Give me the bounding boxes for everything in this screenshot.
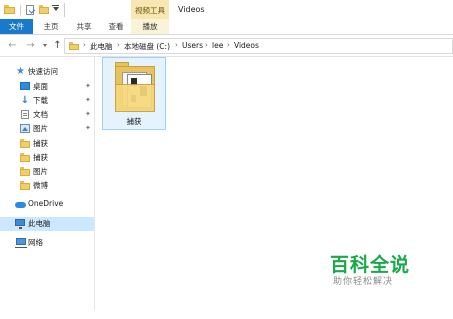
chevron-right-icon[interactable]: › — [227, 41, 230, 49]
network-icon — [15, 238, 27, 248]
nav-label: 网络 — [28, 238, 43, 247]
pin-icon: ✦ — [85, 110, 91, 118]
star-icon: ★ — [16, 66, 25, 77]
nav-item-downloads[interactable]: ↓ 下载 ✦ — [0, 94, 94, 108]
watermark-subtitle: 助你轻松解决 — [333, 277, 394, 287]
toolbar-separator — [64, 3, 65, 17]
pin-icon: ✦ — [85, 124, 91, 132]
context-group-label: 视频工具 — [135, 6, 165, 15]
nav-quick-access[interactable]: ★ 快速访问 — [0, 65, 94, 79]
pictures-icon — [20, 124, 30, 133]
nav-label: 捕获 — [33, 139, 48, 148]
nav-label: 图片 — [33, 124, 48, 133]
properties-icon[interactable] — [26, 5, 34, 15]
folder-item-label: 捕获 — [126, 117, 142, 126]
chevron-right-icon[interactable]: › — [205, 41, 208, 49]
breadcrumb-users[interactable]: Users — [182, 41, 203, 50]
folder-icon — [20, 167, 30, 176]
breadcrumb-this-pc[interactable]: 此电脑 — [90, 41, 113, 52]
nav-label: 快速访问 — [28, 67, 58, 76]
tab-view[interactable]: 查看 — [102, 19, 130, 34]
video-tools-context-group: 视频工具 — [131, 0, 169, 19]
nav-label: 文档 — [33, 110, 48, 119]
tab-home[interactable]: 主页 — [37, 19, 65, 34]
forward-button[interactable]: → — [25, 40, 36, 51]
breadcrumb-lee[interactable]: lee — [212, 41, 223, 50]
tab-file[interactable]: 文件 — [0, 19, 33, 34]
chevron-right-icon[interactable]: › — [83, 41, 86, 49]
breadcrumb-local-disk[interactable]: 本地磁盘 (C:) — [124, 41, 170, 52]
nav-item-capture[interactable]: 捕获 — [0, 137, 94, 151]
nav-item-onedrive[interactable]: OneDrive — [0, 198, 94, 212]
nav-label: OneDrive — [28, 199, 64, 208]
cloud-icon — [15, 202, 26, 208]
folder-icon — [20, 139, 30, 148]
folder-icon — [20, 181, 30, 190]
recent-locations-dropdown[interactable] — [43, 44, 47, 47]
documents-icon — [21, 110, 29, 119]
chevron-right-icon[interactable]: › — [117, 41, 120, 49]
navigation-bar: ← → ↑ › 此电脑 › 本地磁盘 (C:) › Users › lee › … — [0, 35, 453, 57]
nav-item-this-pc[interactable]: 此电脑 — [0, 217, 94, 231]
folder-item[interactable]: 捕获 — [102, 57, 166, 130]
computer-icon — [15, 219, 25, 229]
folder-icon — [115, 62, 155, 114]
ribbon-tabs: 文件 主页 共享 查看 播放 — [0, 19, 453, 35]
nav-label: 此电脑 — [28, 219, 51, 228]
nav-item-network[interactable]: 网络 — [0, 236, 94, 250]
tab-play[interactable]: 播放 — [131, 19, 169, 34]
address-bar[interactable]: › 此电脑 › 本地磁盘 (C:) › Users › lee › Videos — [64, 38, 453, 54]
new-folder-icon[interactable] — [39, 5, 49, 14]
toolbar-separator — [20, 5, 21, 15]
desktop-icon — [20, 82, 30, 90]
nav-item-weibo[interactable]: 微博 — [0, 179, 94, 193]
pin-icon: ✦ — [85, 82, 91, 90]
nav-label: 捕获 — [33, 153, 48, 162]
nav-label: 桌面 — [33, 82, 48, 91]
nav-item-desktop[interactable]: 桌面 ✦ — [0, 80, 94, 94]
nav-item-pictures-folder[interactable]: 图片 — [0, 165, 94, 179]
folder-icon — [69, 42, 79, 50]
file-list: 捕获 — [95, 57, 453, 319]
back-button[interactable]: ← — [7, 40, 18, 51]
up-button[interactable]: ↑ — [52, 40, 63, 51]
title-bar: 视频工具 Videos — [0, 0, 453, 19]
customize-bar-icon — [52, 5, 59, 6]
breadcrumb-videos[interactable]: Videos — [234, 41, 259, 50]
status-bar — [0, 310, 453, 319]
tab-share[interactable]: 共享 — [70, 19, 98, 34]
nav-label: 图片 — [33, 167, 48, 176]
nav-item-capture[interactable]: 捕获 — [0, 151, 94, 165]
watermark-title: 百科全说 — [330, 254, 411, 276]
nav-item-documents[interactable]: 文档 ✦ — [0, 108, 94, 122]
folder-icon — [4, 5, 15, 14]
nav-label: 微博 — [33, 181, 48, 190]
chevron-right-icon[interactable]: › — [175, 41, 178, 49]
window-title: Videos — [178, 5, 205, 14]
folder-icon — [20, 153, 30, 162]
customize-quick-access-dropdown[interactable] — [53, 7, 59, 11]
download-icon: ↓ — [20, 95, 30, 106]
navigation-pane: ★ 快速访问 桌面 ✦ ↓ 下载 ✦ 文档 ✦ 图片 ✦ 捕获 捕获 图片 微博… — [0, 57, 94, 319]
nav-item-pictures[interactable]: 图片 ✦ — [0, 122, 94, 136]
pin-icon: ✦ — [85, 96, 91, 104]
nav-label: 下载 — [33, 96, 48, 105]
